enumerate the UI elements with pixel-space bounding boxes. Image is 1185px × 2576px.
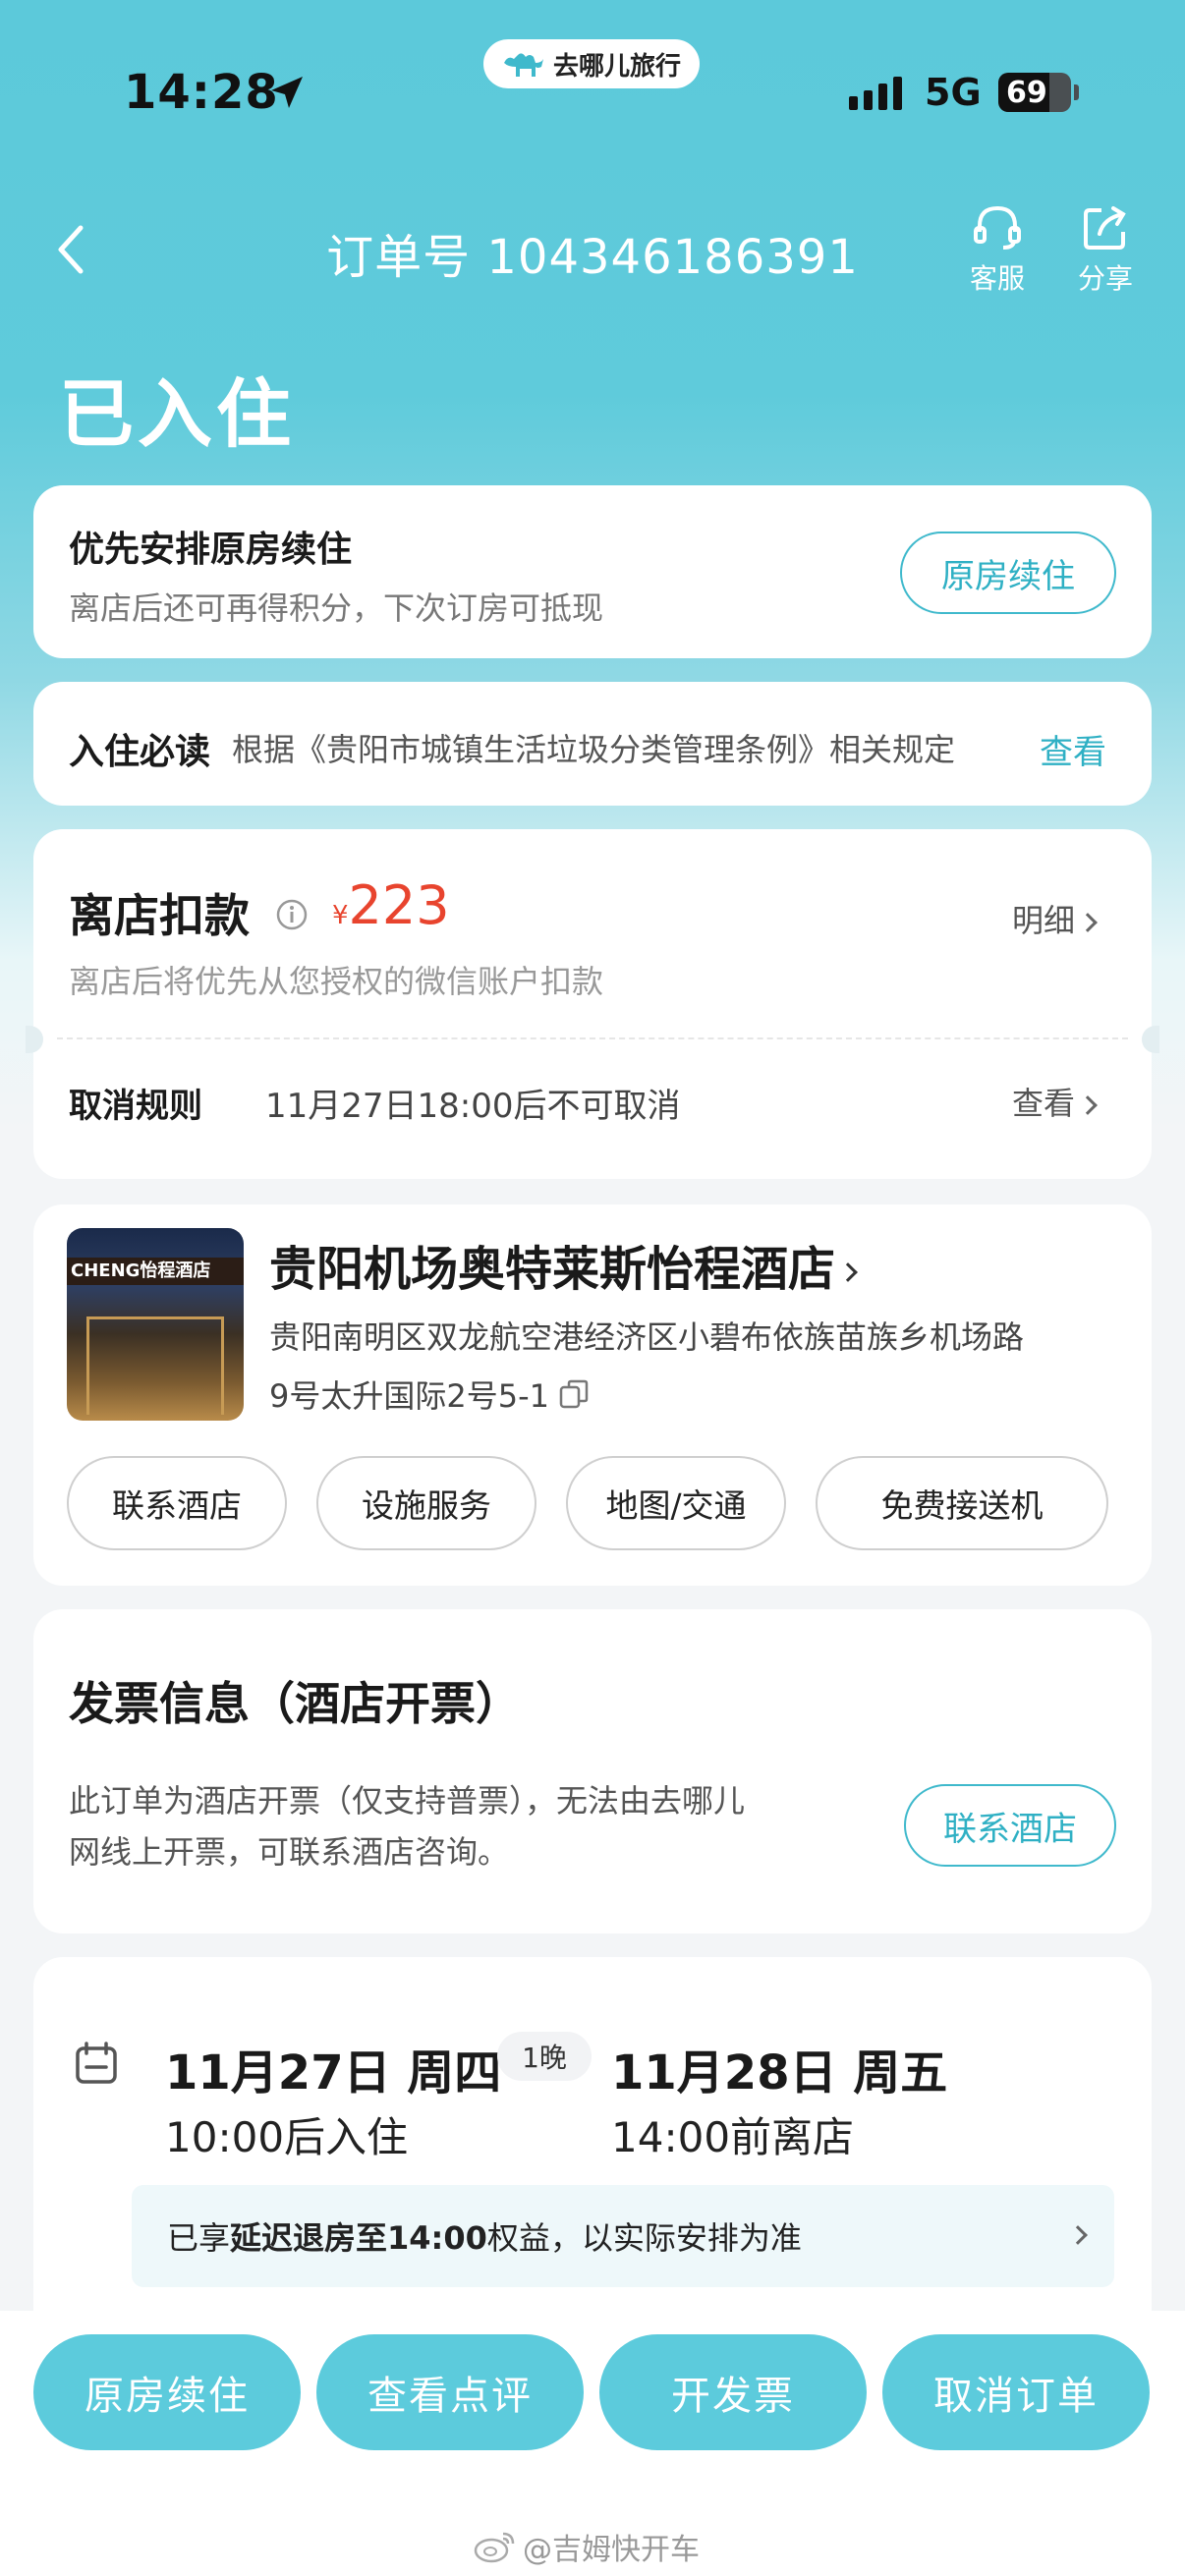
map-traffic-chip[interactable]: 地图/交通 <box>566 1456 786 1550</box>
invoice-title: 发票信息（酒店开票） <box>69 1677 521 1730</box>
app-brand-pill: 去哪儿旅行 <box>483 39 700 88</box>
nights-badge: 1晚 <box>497 2032 592 2081</box>
invoice-card: 发票信息（酒店开票） 此订单为酒店开票（仅支持普票），无法由去哪儿 网线上开票，… <box>33 1609 1152 1933</box>
battery-tip <box>1074 84 1079 100</box>
hotel-sign: CHENG怡程酒店 <box>67 1258 244 1285</box>
calendar-icon <box>76 2042 117 2084</box>
invoice-desc-line1: 此订单为酒店开票（仅支持普票），无法由去哪儿 <box>69 1782 746 1820</box>
hotel-name-link[interactable]: 贵阳机场奥特莱斯怡程酒店 <box>269 1230 858 1299</box>
checkout-time: 14:00前离店 <box>611 2113 855 2161</box>
weibo-watermark: @吉姆快开车 <box>474 2525 700 2568</box>
battery-icon: 69 <box>998 73 1071 112</box>
weibo-icon <box>474 2532 515 2563</box>
chevron-right-icon <box>1078 913 1098 932</box>
checkin-date: 11月27日 周四 <box>165 2045 502 2100</box>
location-arrow-icon <box>271 77 303 108</box>
payment-detail-label: 明细 <box>1012 902 1076 939</box>
stay-dates-card: 11月27日 周四 10:00后入住 1晚 11月28日 周五 14:00前离店… <box>33 1957 1152 2370</box>
signal-bars-icon <box>849 77 902 110</box>
watermark-text: @吉姆快开车 <box>523 2533 700 2567</box>
chevron-right-icon <box>838 1262 858 1282</box>
camel-logo-icon <box>503 53 543 77</box>
extend-stay-bottom-button[interactable]: 原房续住 <box>33 2334 301 2450</box>
hotel-entrance <box>86 1316 224 1415</box>
info-icon[interactable] <box>275 898 309 931</box>
benefit-highlight: 延迟退房至14:00 <box>230 2219 487 2257</box>
app-brand-label: 去哪儿旅行 <box>552 51 681 82</box>
checkin-notice-card[interactable]: 入住必读 根据《贵阳市城镇生活垃圾分类管理条例》相关规定 查看 <box>33 682 1152 806</box>
share-button[interactable]: 分享 <box>1061 202 1150 297</box>
cancel-order-button[interactable]: 取消订单 <box>882 2334 1150 2450</box>
amount-value: 223 <box>348 874 450 936</box>
network-type: 5G <box>925 71 982 114</box>
checkout-date: 11月28日 周五 <box>611 2045 948 2100</box>
payment-detail-link[interactable]: 明细 <box>1012 896 1098 941</box>
invoice-contact-hotel-button[interactable]: 联系酒店 <box>904 1784 1116 1867</box>
cancel-rule-link[interactable]: 查看 <box>1012 1079 1098 1124</box>
hotel-address-line1: 贵阳南明区双龙航空港经济区小碧布依族苗族乡机场路 <box>269 1318 1025 1356</box>
hotel-name: 贵阳机场奥特莱斯怡程酒店 <box>269 1242 836 1297</box>
share-label: 分享 <box>1077 262 1133 295</box>
battery-percent: 69 <box>1006 75 1047 110</box>
chevron-right-icon <box>1078 1095 1098 1115</box>
invoice-desc-line2: 网线上开票，可联系酒店咨询。 <box>69 1833 510 1871</box>
view-reviews-button[interactable]: 查看点评 <box>316 2334 584 2450</box>
cancel-rule-label: 取消规则 <box>69 1087 202 1126</box>
extend-stay-button[interactable]: 原房续住 <box>900 532 1116 614</box>
chevron-right-icon <box>1068 2225 1088 2245</box>
cancel-rule-link-label: 查看 <box>1012 1085 1076 1122</box>
extend-stay-card: 优先安排原房续住 离店后还可再得积分，下次订房可抵现 原房续住 <box>33 485 1152 658</box>
contact-hotel-chip[interactable]: 联系酒店 <box>67 1456 287 1550</box>
payment-desc: 离店后将优先从您授权的微信账户扣款 <box>69 963 604 1000</box>
copy-icon[interactable] <box>557 1377 591 1411</box>
checkin-notice-label: 入住必读 <box>69 732 211 772</box>
status-time: 14:28 <box>124 65 279 120</box>
payment-title: 离店扣款 <box>69 889 250 942</box>
payment-card: 离店扣款 ¥223 明细 离店后将优先从您授权的微信账户扣款 取消规则 11月2… <box>26 829 1159 1179</box>
extend-stay-title: 优先安排原房续住 <box>69 530 353 570</box>
currency-symbol: ¥ <box>332 901 349 930</box>
hotel-address-line2: 9号太升国际2号5-1 <box>269 1377 549 1415</box>
checkin-notice-link[interactable]: 查看 <box>1040 725 1106 773</box>
benefit-suffix: 权益，以实际安排为准 <box>486 2219 802 2257</box>
customer-service-button[interactable]: 客服 <box>953 202 1042 297</box>
benefit-prefix: 已享 <box>167 2219 231 2257</box>
status-bar: 14:28 去哪儿旅行 5G 69 <box>0 0 1185 196</box>
notch-right <box>1142 1026 1159 1053</box>
extend-stay-subtitle: 离店后还可再得积分，下次订房可抵现 <box>69 589 604 627</box>
cancel-rule-text: 11月27日18:00后不可取消 <box>265 1087 681 1126</box>
dashed-divider <box>57 1037 1128 1039</box>
facility-service-chip[interactable]: 设施服务 <box>316 1456 536 1550</box>
customer-service-label: 客服 <box>969 262 1025 295</box>
hotel-address-line2-row: 9号太升国际2号5-1 <box>269 1372 591 1417</box>
late-checkout-benefit[interactable]: 已享 延迟退房至14:00 权益，以实际安排为准 <box>132 2185 1114 2287</box>
share-icon <box>1084 206 1126 250</box>
checkin-notice-text: 根据《贵阳市城镇生活垃圾分类管理条例》相关规定 <box>232 731 956 768</box>
headset-icon <box>974 205 1021 250</box>
airport-shuttle-chip[interactable]: 免费接送机 <box>816 1456 1108 1550</box>
notch-left <box>26 1026 43 1053</box>
issue-invoice-button[interactable]: 开发票 <box>599 2334 867 2450</box>
checkin-time: 10:00后入住 <box>165 2113 409 2161</box>
order-status-title: 已入住 <box>59 370 295 458</box>
payment-amount: ¥223 <box>332 874 450 936</box>
hotel-photo[interactable]: CHENG怡程酒店 <box>67 1228 244 1421</box>
